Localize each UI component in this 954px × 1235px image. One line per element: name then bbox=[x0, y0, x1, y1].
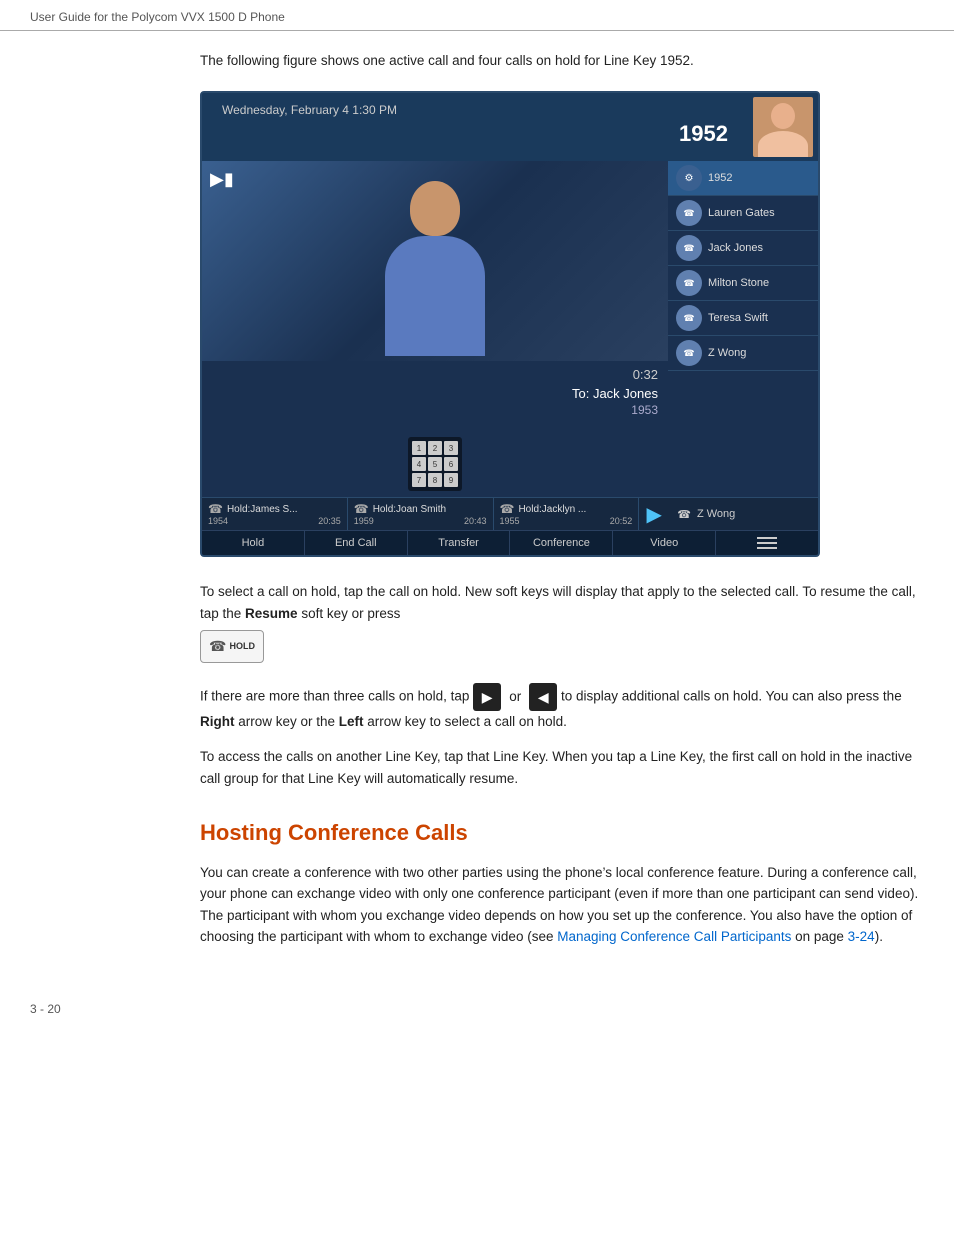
menu-line-1 bbox=[757, 537, 777, 539]
hold-calls-strip: ☎ Hold:James S... 1954 20:35 ☎ Hold:Joan… bbox=[202, 497, 818, 530]
zwong-hold-strip[interactable]: ☎ Z Wong bbox=[669, 498, 818, 530]
softkey-menu[interactable] bbox=[716, 531, 818, 555]
hold-icon-3: ☎ bbox=[500, 502, 515, 516]
phone-datetime-bar: Wednesday, February 4 1:30 PM bbox=[212, 99, 738, 121]
hold-button-image: ☎ HOLD bbox=[200, 630, 264, 662]
photo-body bbox=[758, 131, 808, 157]
key-8[interactable]: 8 bbox=[428, 473, 442, 487]
person-silhouette bbox=[375, 181, 495, 361]
zwong-phone-icon: ☎ bbox=[677, 508, 691, 521]
phone-header-right bbox=[748, 93, 818, 161]
page-number: 3 - 20 bbox=[30, 1002, 61, 1016]
key-9[interactable]: 9 bbox=[444, 473, 458, 487]
key-1[interactable]: 1 bbox=[412, 441, 426, 455]
avatar-milton: ☎ bbox=[676, 270, 702, 296]
forward-arrow-button: ▶ bbox=[473, 683, 501, 711]
phone-screenshot: Wednesday, February 4 1:30 PM 1952 bbox=[200, 91, 820, 557]
contact-label-zwong: Z Wong bbox=[708, 347, 746, 359]
softkey-video[interactable]: Video bbox=[613, 531, 716, 555]
phone-line-number: 1952 bbox=[212, 121, 738, 151]
hold-icon-1: ☎ bbox=[208, 502, 223, 516]
avatar-zwong: ☎ bbox=[676, 340, 702, 366]
intro-paragraph: The following figure shows one active ca… bbox=[200, 51, 924, 71]
call-to: To: Jack Jones bbox=[572, 386, 658, 401]
hold-icon-2: ☎ bbox=[354, 502, 369, 516]
nav-buttons: ▶ or ◀ bbox=[473, 683, 557, 711]
side-contact-teresa-swift[interactable]: ☎ Teresa Swift bbox=[668, 301, 818, 336]
section-heading: Hosting Conference Calls bbox=[200, 820, 924, 846]
contact-label-lauren: Lauren Gates bbox=[708, 207, 775, 219]
managing-conf-link[interactable]: Managing Conference Call Participants bbox=[557, 929, 791, 944]
page-link-3-24[interactable]: 3-24 bbox=[848, 929, 875, 944]
hold-button-label: HOLD bbox=[229, 639, 255, 653]
hold-call-james[interactable]: ☎ Hold:James S... 1954 20:35 bbox=[202, 498, 348, 530]
keypad-grid: 1 2 3 4 5 6 7 8 9 bbox=[408, 437, 462, 491]
side-contact-z-wong[interactable]: ☎ Z Wong bbox=[668, 336, 818, 371]
phone-header-left: Wednesday, February 4 1:30 PM 1952 bbox=[202, 93, 748, 161]
hold-call-joan[interactable]: ☎ Hold:Joan Smith 1959 20:43 bbox=[348, 498, 494, 530]
key-4[interactable]: 4 bbox=[412, 457, 426, 471]
page-footer: 3 - 20 bbox=[0, 992, 954, 1026]
video-feed: ▶▮ bbox=[202, 161, 668, 361]
hold-button-icon: ☎ bbox=[209, 635, 226, 657]
key-2[interactable]: 2 bbox=[428, 441, 442, 455]
section-content: You can create a conference with two oth… bbox=[200, 862, 924, 948]
contact-label-1952: 1952 bbox=[708, 172, 732, 184]
key-7[interactable]: 7 bbox=[412, 473, 426, 487]
hold-name-jacklyn: Hold:Jacklyn ... bbox=[518, 504, 586, 515]
person-body bbox=[385, 236, 485, 356]
hold-call-jacklyn[interactable]: ☎ Hold:Jacklyn ... 1955 20:52 bbox=[494, 498, 640, 530]
call-timer: 0:32 bbox=[572, 367, 658, 382]
keypad-area: 1 2 3 4 5 6 7 8 9 bbox=[212, 437, 658, 491]
phone-header: Wednesday, February 4 1:30 PM 1952 bbox=[202, 93, 818, 161]
key-6[interactable]: 6 bbox=[444, 457, 458, 471]
menu-lines-icon bbox=[757, 537, 777, 549]
page-header: User Guide for the Polycom VVX 1500 D Ph… bbox=[0, 0, 954, 31]
camera-icon: ▶▮ bbox=[210, 169, 234, 190]
next-arrow-button[interactable]: ▶ bbox=[639, 498, 669, 530]
call-info-right: 0:32 To: Jack Jones 1953 bbox=[572, 367, 658, 417]
avatar-teresa: ☎ bbox=[676, 305, 702, 331]
phone-datetime: Wednesday, February 4 1:30 PM bbox=[222, 103, 397, 117]
hold-name-joan: Hold:Joan Smith bbox=[373, 504, 446, 515]
side-contact-milton-stone[interactable]: ☎ Milton Stone bbox=[668, 266, 818, 301]
phone-side-panel: ⚙ 1952 ☎ Lauren Gates ☎ Jack Jones ☎ M bbox=[668, 161, 818, 497]
contact-label-jack: Jack Jones bbox=[708, 242, 763, 254]
softkey-end-call[interactable]: End Call bbox=[305, 531, 408, 555]
menu-line-3 bbox=[757, 547, 777, 549]
photo-head bbox=[771, 103, 795, 129]
body-para2: If there are more than three calls on ho… bbox=[200, 683, 924, 733]
key-5[interactable]: 5 bbox=[428, 457, 442, 471]
contact-label-milton: Milton Stone bbox=[708, 277, 769, 289]
softkey-hold[interactable]: Hold bbox=[202, 531, 305, 555]
page-content: The following figure shows one active ca… bbox=[0, 31, 954, 992]
hold-name-james: Hold:James S... bbox=[227, 504, 298, 515]
hold-info-james: 1954 20:35 bbox=[208, 516, 341, 526]
contact-label-teresa: Teresa Swift bbox=[708, 312, 768, 324]
phone-main-area: ▶▮ 0:32 To: Jack Jones 1953 bbox=[202, 161, 818, 497]
side-contact-1952[interactable]: ⚙ 1952 bbox=[668, 161, 818, 196]
contact-photo bbox=[753, 97, 813, 157]
phone-softkeys: Hold End Call Transfer Conference Video bbox=[202, 530, 818, 555]
body-para3: To access the calls on another Line Key,… bbox=[200, 746, 924, 789]
call-info-panel: 0:32 To: Jack Jones 1953 1 2 3 4 5 bbox=[202, 361, 668, 497]
avatar-lauren: ☎ bbox=[676, 200, 702, 226]
softkey-conference[interactable]: Conference bbox=[510, 531, 613, 555]
zwong-label: Z Wong bbox=[697, 508, 735, 520]
person-head bbox=[410, 181, 460, 236]
back-arrow-button: ◀ bbox=[529, 683, 557, 711]
hold-info-joan: 1959 20:43 bbox=[354, 516, 487, 526]
hold-info-jacklyn: 1955 20:52 bbox=[500, 516, 633, 526]
avatar-1952: ⚙ bbox=[676, 165, 702, 191]
key-3[interactable]: 3 bbox=[444, 441, 458, 455]
call-extension: 1953 bbox=[572, 403, 658, 417]
avatar-jack: ☎ bbox=[676, 235, 702, 261]
menu-line-2 bbox=[757, 542, 777, 544]
body-para1: To select a call on hold, tap the call o… bbox=[200, 581, 924, 669]
side-contact-jack-jones[interactable]: ☎ Jack Jones bbox=[668, 231, 818, 266]
phone-video-area: ▶▮ 0:32 To: Jack Jones 1953 bbox=[202, 161, 668, 497]
header-title: User Guide for the Polycom VVX 1500 D Ph… bbox=[30, 10, 285, 24]
side-contact-lauren-gates[interactable]: ☎ Lauren Gates bbox=[668, 196, 818, 231]
softkey-transfer[interactable]: Transfer bbox=[408, 531, 511, 555]
